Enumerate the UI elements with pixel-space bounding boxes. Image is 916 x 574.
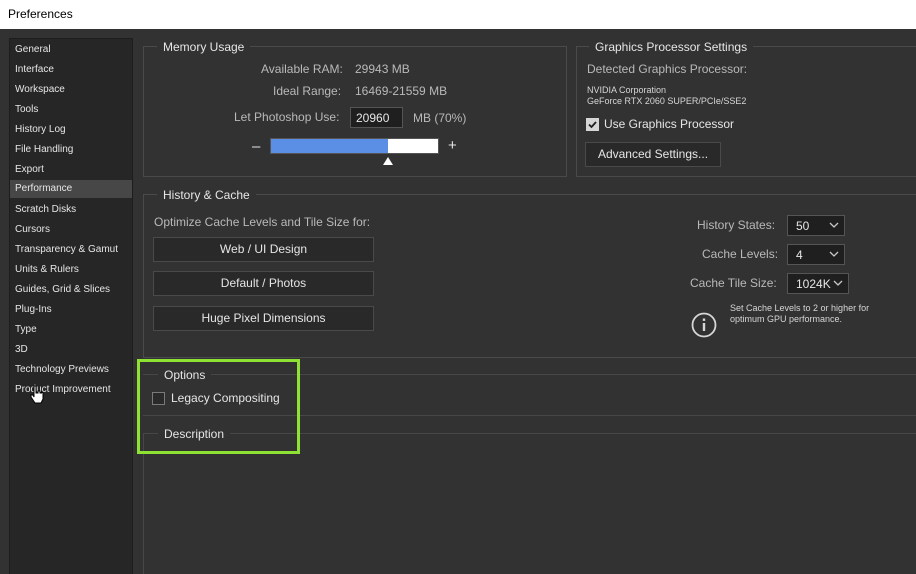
ideal-range-value: 16469-21559 MB: [355, 84, 448, 98]
ideal-range-label: Ideal Range:: [273, 84, 342, 98]
sidebar-item-general[interactable]: General: [10, 41, 132, 59]
cache-levels-select[interactable]: 4: [787, 244, 845, 265]
chevron-down-icon: [833, 280, 843, 286]
cache-tile-size-select[interactable]: 1024K: [787, 273, 849, 294]
sidebar-item-export[interactable]: Export: [10, 161, 132, 179]
cache-info-line2: optimum GPU performance.: [730, 314, 843, 324]
history-states-select[interactable]: 50: [787, 215, 845, 236]
memory-use-input[interactable]: 20960: [350, 107, 403, 128]
memory-slider-thumb[interactable]: [383, 157, 393, 165]
cache-levels-value: 4: [796, 248, 803, 262]
sidebar-item-type[interactable]: Type: [10, 321, 132, 339]
gpu-model: GeForce RTX 2060 SUPER/PCIe/SSE2: [587, 96, 747, 106]
optimize-cache-label: Optimize Cache Levels and Tile Size for:: [154, 215, 371, 229]
sidebar-item-guides-grid-slices[interactable]: Guides, Grid & Slices: [10, 281, 132, 299]
cache-levels-label: Cache Levels:: [702, 247, 779, 261]
cache-tile-size-value: 1024K: [796, 277, 831, 291]
slider-plus-button[interactable]: +: [448, 137, 457, 154]
sidebar-item-performance[interactable]: Performance: [10, 180, 132, 198]
memory-slider-fill: [271, 139, 388, 153]
checkmark-icon: [588, 121, 597, 129]
default-photos-button[interactable]: Default / Photos: [153, 271, 374, 296]
available-ram-label: Available RAM:: [261, 62, 343, 76]
sidebar-item-plug-ins[interactable]: Plug-Ins: [10, 301, 132, 319]
sidebar-item-3d[interactable]: 3D: [10, 341, 132, 359]
memory-slider[interactable]: [270, 138, 439, 154]
huge-pixel-dimensions-button[interactable]: Huge Pixel Dimensions: [153, 306, 374, 331]
use-gpu-checkbox[interactable]: [586, 118, 599, 131]
let-photoshop-use-label: Let Photoshop Use:: [234, 110, 340, 124]
sidebar-item-workspace[interactable]: Workspace: [10, 81, 132, 99]
sidebar-item-file-handling[interactable]: File Handling: [10, 141, 132, 159]
sidebar-item-interface[interactable]: Interface: [10, 61, 132, 79]
sidebar-item-transparency-gamut[interactable]: Transparency & Gamut: [10, 241, 132, 259]
chevron-down-icon: [829, 251, 839, 257]
advanced-settings-button[interactable]: Advanced Settings...: [585, 142, 721, 167]
chevron-down-icon: [829, 222, 839, 228]
mouse-cursor-icon: [30, 385, 44, 404]
sidebar-item-cursors[interactable]: Cursors: [10, 221, 132, 239]
info-icon: [691, 312, 717, 338]
slider-minus-button[interactable]: –: [252, 138, 260, 155]
sidebar-item-units-rulers[interactable]: Units & Rulers: [10, 261, 132, 279]
memory-usage-title: Memory Usage: [157, 40, 251, 54]
web-ui-design-button[interactable]: Web / UI Design: [153, 237, 374, 262]
use-gpu-label: Use Graphics Processor: [604, 117, 735, 131]
sidebar-item-history-log[interactable]: History Log: [10, 121, 132, 139]
memory-use-unit: MB (70%): [413, 111, 467, 125]
sidebar-item-scratch-disks[interactable]: Scratch Disks: [10, 201, 132, 219]
detected-gpu-label: Detected Graphics Processor:: [587, 62, 748, 76]
available-ram-value: 29943 MB: [355, 62, 410, 76]
window-title: Preferences: [0, 0, 916, 29]
history-states-value: 50: [796, 219, 810, 233]
cache-info-line1: Set Cache Levels to 2 or higher for: [730, 303, 870, 313]
gpu-settings-title: Graphics Processor Settings: [589, 40, 754, 54]
sidebar-item-technology-previews[interactable]: Technology Previews: [10, 361, 132, 379]
cache-tile-size-label: Cache Tile Size:: [690, 276, 777, 290]
sidebar: General Interface Workspace Tools Histor…: [9, 38, 133, 574]
options-highlight-box: [137, 359, 300, 454]
history-states-label: History States:: [697, 218, 776, 232]
gpu-vendor: NVIDIA Corporation: [587, 85, 667, 95]
description-left-border: [143, 433, 144, 574]
history-cache-title: History & Cache: [157, 188, 256, 202]
sidebar-item-tools[interactable]: Tools: [10, 101, 132, 119]
